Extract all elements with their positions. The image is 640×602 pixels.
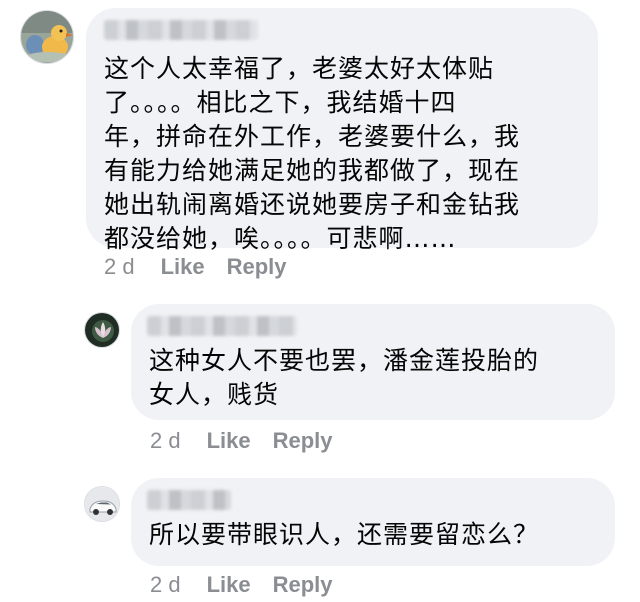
like-button[interactable]: Like [207,572,251,598]
comment-actions: 2 d Like Reply [150,572,355,598]
reply-button[interactable]: Reply [273,572,333,598]
comment-thread: 这个人太幸福了，老婆太好太体贴 了。。。。相比之下，我结婚十四 年，拼命在外工作… [0,0,640,602]
avatar[interactable] [84,486,120,522]
comment-bubble: 所以要带眼识人，还需要留恋么？ [131,478,615,566]
reply-comment: 所以要带眼识人，还需要留恋么？ 2 d Like Reply [0,0,640,602]
car-avatar-icon [85,487,119,521]
comment-text: 所以要带眼识人，还需要留恋么？ [149,520,540,549]
comment-timestamp[interactable]: 2 d [150,572,181,598]
commenter-name-blurred[interactable] [147,490,231,510]
